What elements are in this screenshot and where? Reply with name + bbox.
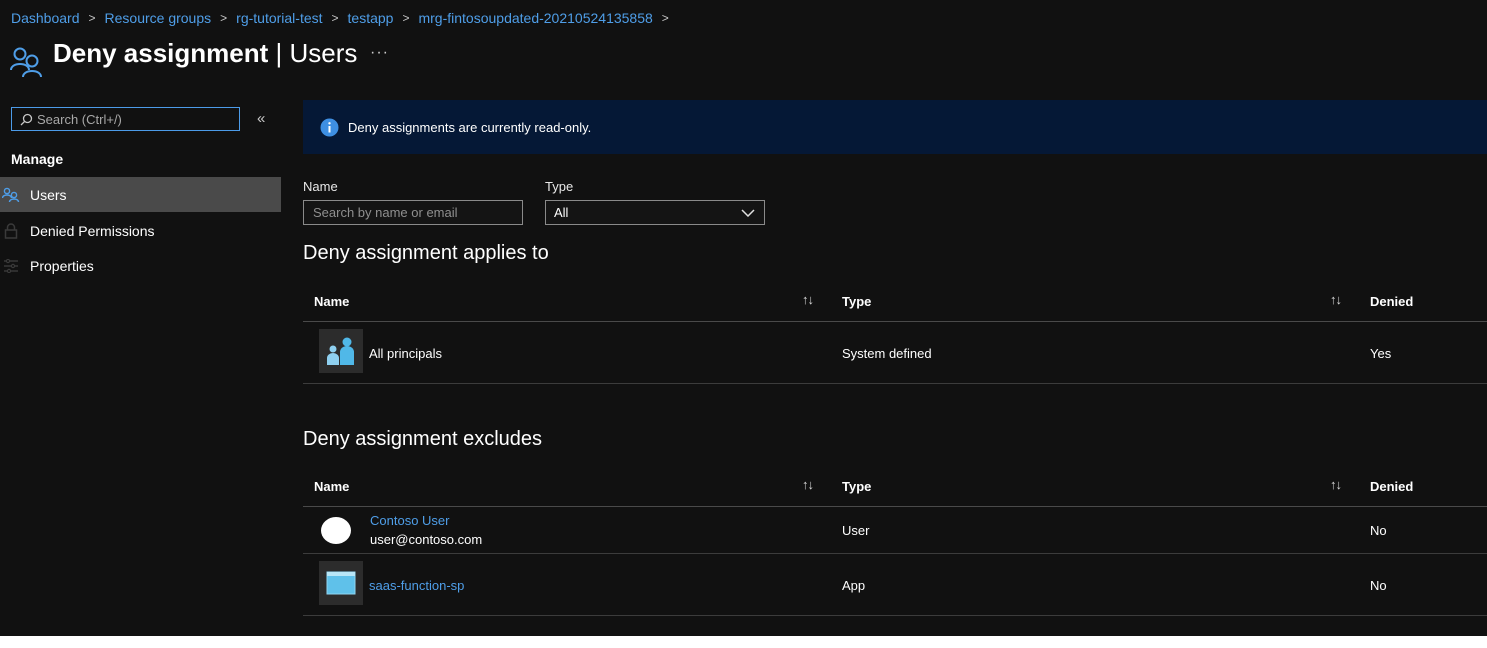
type-dropdown[interactable]: All (545, 200, 765, 225)
excludes-table: Name ↑↓ Type ↑↓ Denied Contoso User user… (303, 466, 1487, 616)
breadcrumb-resource-group[interactable]: rg-tutorial-test (236, 10, 322, 26)
info-icon (320, 118, 339, 136)
principal-type: System defined (842, 346, 932, 361)
column-header-type[interactable]: Type (842, 294, 871, 309)
principal-name: All principals (369, 346, 442, 361)
more-options-button[interactable]: ··· (370, 44, 389, 62)
sort-name-icon[interactable]: ↑↓ (802, 292, 814, 307)
page-title-sub: Users (289, 38, 358, 68)
users-icon (0, 187, 30, 203)
name-filter-label: Name (303, 179, 338, 194)
app-icon (319, 561, 363, 605)
sidebar-item-label: Users (30, 186, 67, 203)
sort-type-icon[interactable]: ↑↓ (1330, 292, 1342, 307)
lock-icon (0, 222, 30, 239)
table-row[interactable]: All principals System defined Yes (303, 322, 1487, 384)
sidebar-item-users[interactable]: Users (0, 177, 281, 212)
column-header-name[interactable]: Name (314, 294, 349, 309)
user-name-link[interactable]: Contoso User (370, 513, 449, 528)
column-header-denied[interactable]: Denied (1370, 294, 1413, 309)
breadcrumb-dashboard[interactable]: Dashboard (11, 10, 80, 26)
sidebar: « Manage Users Denied Permissions (0, 98, 281, 636)
name-filter (303, 200, 523, 225)
user-email: user@contoso.com (370, 532, 483, 547)
applies-to-table: Name ↑↓ Type ↑↓ Denied All principals Sy… (303, 281, 1487, 384)
main-content: Deny assignments are currently read-only… (303, 98, 1487, 636)
sidebar-item-label: Denied Permissions (30, 222, 155, 239)
sidebar-search (11, 107, 240, 131)
app-type: App (842, 578, 866, 593)
app-window: Dashboard > Resource groups > rg-tutoria… (0, 0, 1487, 636)
breadcrumb-managed-resource-group[interactable]: mrg-fintosoupdated-20210524135858 (418, 10, 652, 26)
table-header: Name ↑↓ Type ↑↓ Denied (303, 466, 1487, 507)
collapse-sidebar-button[interactable]: « (257, 110, 265, 127)
page-title: Deny assignment | Users (53, 38, 357, 69)
user-type: User (842, 523, 870, 538)
chevron-right-icon: > (402, 11, 410, 25)
page-title-separator: | (268, 38, 290, 68)
sidebar-item-properties[interactable]: Properties (0, 248, 281, 283)
excludes-title: Deny assignment excludes (303, 428, 543, 450)
app-name-link[interactable]: saas-function-sp (369, 578, 464, 593)
chevron-right-icon: > (220, 11, 228, 25)
chevron-right-icon: > (331, 11, 339, 25)
breadcrumb-app[interactable]: testapp (348, 10, 394, 26)
sort-type-icon[interactable]: ↑↓ (1330, 477, 1342, 492)
user-denied: No (1370, 523, 1387, 538)
sidebar-item-label: Properties (30, 257, 94, 274)
properties-icon (0, 258, 30, 273)
page-title-main: Deny assignment (53, 38, 269, 68)
users-icon (10, 47, 42, 78)
applies-to-title: Deny assignment applies to (303, 242, 549, 264)
sidebar-item-denied-permissions[interactable]: Denied Permissions (0, 213, 281, 248)
sidebar-section-manage: Manage (11, 151, 64, 167)
table-row[interactable]: saas-function-sp App No (303, 554, 1487, 616)
column-header-name[interactable]: Name (314, 479, 349, 494)
table-header: Name ↑↓ Type ↑↓ Denied (303, 281, 1487, 322)
type-filter-label: Type (545, 179, 574, 194)
search-icon (20, 113, 33, 125)
type-dropdown-value: All (554, 205, 569, 220)
info-banner-text: Deny assignments are currently read-only… (348, 119, 592, 135)
chevron-right-icon: > (661, 11, 669, 25)
sort-name-icon[interactable]: ↑↓ (802, 477, 814, 492)
breadcrumb: Dashboard > Resource groups > rg-tutoria… (11, 10, 678, 26)
column-header-denied[interactable]: Denied (1370, 479, 1413, 494)
name-search-input[interactable] (313, 205, 513, 220)
all-principals-icon (319, 329, 363, 373)
sidebar-search-input[interactable] (37, 111, 227, 127)
chevron-right-icon: > (88, 11, 96, 25)
user-avatar (321, 517, 351, 544)
principal-denied: Yes (1370, 346, 1392, 361)
app-denied: No (1370, 578, 1387, 593)
breadcrumb-resource-groups[interactable]: Resource groups (105, 10, 212, 26)
info-banner: Deny assignments are currently read-only… (303, 100, 1487, 154)
table-row[interactable]: Contoso User user@contoso.com User No (303, 507, 1487, 554)
column-header-type[interactable]: Type (842, 479, 871, 494)
chevron-down-icon (741, 208, 755, 217)
